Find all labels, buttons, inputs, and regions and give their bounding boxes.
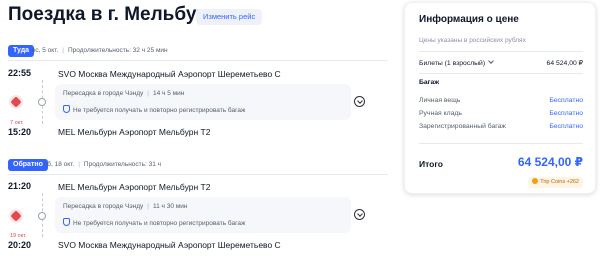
return-divider — [8, 174, 388, 175]
outbound-departure-time: 22:55 — [8, 68, 32, 78]
baggage-value: Бесплатно — [549, 110, 583, 117]
return-duration: Продолжительность: 31 ч — [83, 161, 162, 168]
baggage-row-carry-on: Ручная кладь Бесплатно — [419, 110, 583, 117]
outbound-divider — [8, 60, 388, 61]
trip-coins-text: Trip Coins +262 — [540, 179, 579, 185]
return-transfer-city: Пересадка в городе Чэнду — [63, 203, 144, 210]
return-arrival-time: 20:20 — [8, 240, 32, 250]
baggage-label: Ручная кладь — [419, 110, 462, 117]
baggage-section-title: Багаж — [419, 79, 440, 86]
price-card-title: Информация о цене — [419, 14, 519, 25]
total-value: 64 524,00 ₽ — [517, 155, 583, 169]
return-departure-time: 21:20 — [8, 181, 32, 191]
coin-icon — [532, 178, 539, 184]
price-currency-note: Цены указаны в российских рублях — [419, 37, 526, 44]
tickets-row[interactable]: Билеты (1 взрослый) 64 524,00 ₽ — [419, 58, 583, 67]
trip-coins-badge: Trip Coins +262 — [528, 177, 583, 188]
outbound-arrival-time: 15:20 — [8, 127, 32, 137]
baggage-label: Зарегистрированный багаж — [419, 123, 506, 130]
airline-logo-icon — [9, 95, 23, 109]
baggage-row-checked: Зарегистрированный багаж Бесплатно — [419, 123, 583, 130]
return-badge: Обратно — [8, 159, 48, 171]
price-card-divider — [419, 143, 583, 144]
tickets-value: 64 524,00 ₽ — [546, 60, 583, 67]
baggage-value: Бесплатно — [549, 97, 583, 104]
outbound-date: вс, 5 окт. — [32, 47, 59, 54]
return-transfer-info: Пересадка в городе Чэнду | 11 ч 30 мин — [63, 203, 188, 210]
return-arrival-date: 19 окт. — [10, 233, 27, 239]
return-baggage-text: Не требуется получать и повторно регистр… — [73, 220, 246, 227]
outbound-transfer-box: Пересадка в городе Чэнду | 14 ч 5 мин Не т… — [55, 84, 365, 120]
change-flight-button[interactable]: Изменить рейс — [196, 9, 263, 25]
outbound-baggage-text: Не требуется получать и повторно регистр… — [73, 107, 246, 114]
chevron-down-icon — [488, 58, 494, 64]
shield-icon — [63, 218, 70, 226]
airline-logo-icon — [9, 209, 23, 223]
page-title: Поездка в г. Мельбурн — [8, 4, 220, 25]
tickets-label: Билеты (1 взрослый) — [419, 58, 494, 67]
return-expand-chevron-icon[interactable] — [354, 209, 365, 220]
outbound-expand-chevron-icon[interactable] — [354, 96, 365, 107]
return-date: сб, 18 окт. — [44, 161, 75, 168]
price-card-divider — [419, 51, 583, 52]
total-label: Итого — [419, 159, 443, 169]
baggage-row-personal: Личная вещь Бесплатно — [419, 97, 583, 104]
outbound-transfer-city: Пересадка в городе Чэнду — [63, 90, 144, 97]
return-transfer-box: Пересадка в городе Чэнду | 11 ч 30 мин Не … — [55, 197, 365, 233]
return-transfer-duration: 11 ч 30 мин — [152, 203, 188, 210]
outbound-meta: вс, 5 окт. | Продолжительность: 32 ч 25 ми… — [32, 47, 168, 54]
return-baggage-note: Не требуется получать и повторно регистр… — [63, 218, 245, 227]
outbound-transfer-duration: 14 ч 5 мин — [152, 90, 185, 97]
baggage-value: Бесплатно — [549, 123, 583, 130]
baggage-label: Личная вещь — [419, 97, 461, 104]
outbound-departure-airport: SVO Москва Международный Аэропорт Шереме… — [58, 69, 281, 79]
return-departure-airport: MEL Мельбурн Аэропорт Мельбурн T2 — [58, 182, 211, 192]
price-info-card: Информация о цене Цены указаны в российс… — [404, 2, 596, 194]
price-card-divider — [419, 73, 583, 74]
return-meta: сб, 18 окт. | Продолжительность: 31 ч — [44, 161, 162, 168]
outbound-badge: Туда — [8, 45, 35, 57]
outbound-arrival-date: 7 окт. — [10, 120, 24, 126]
shield-icon — [63, 105, 70, 113]
outbound-transfer-dot — [38, 98, 46, 106]
outbound-duration: Продолжительность: 32 ч 25 мин — [67, 47, 168, 54]
return-arrival-airport: SVO Москва Международный Аэропорт Шереме… — [58, 240, 281, 250]
outbound-arrival-airport: MEL Мельбурн Аэропорт Мельбурн T2 — [58, 127, 211, 137]
return-transfer-dot — [38, 212, 46, 220]
outbound-baggage-note: Не требуется получать и повторно регистр… — [63, 105, 245, 114]
outbound-transfer-info: Пересадка в городе Чэнду | 14 ч 5 мин — [63, 90, 185, 97]
